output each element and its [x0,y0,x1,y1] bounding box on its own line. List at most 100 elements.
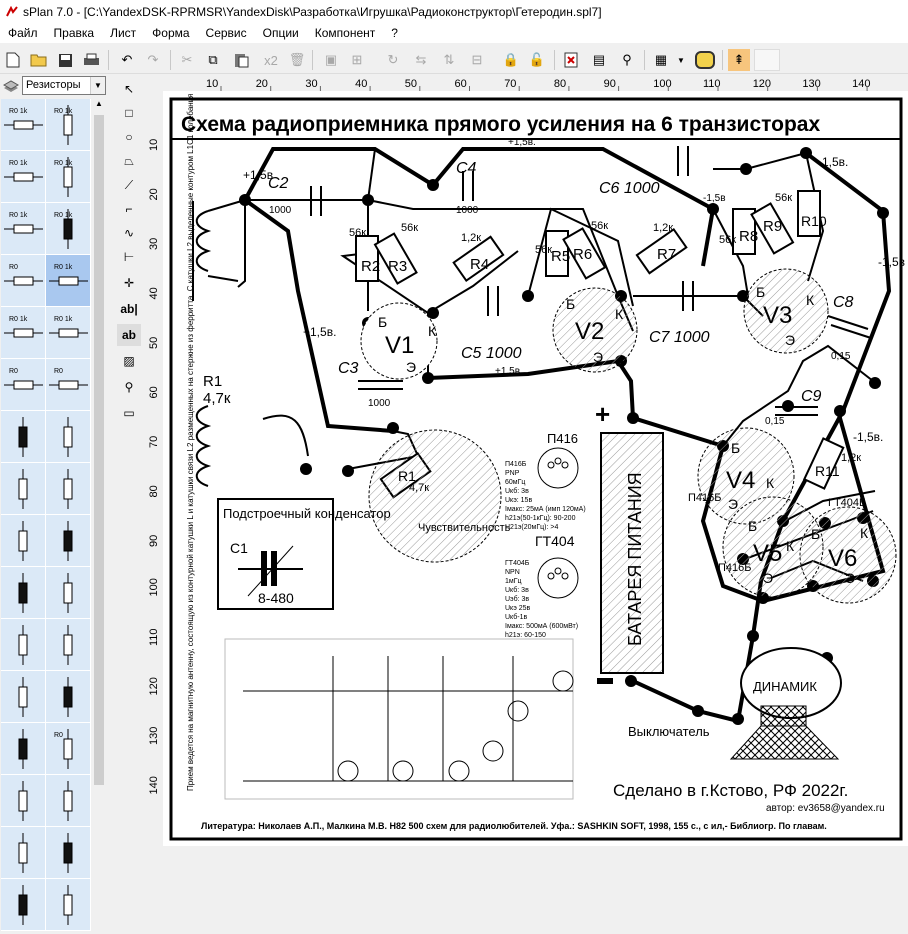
palette-item[interactable]: R0 [46,359,91,411]
palette-item[interactable] [1,619,46,671]
mirror-h-icon[interactable]: ⇆ [410,49,432,71]
grid-dropdown-icon[interactable]: ▼ [674,49,688,71]
image-tool-icon[interactable]: ▨ [117,350,141,372]
binoculars-icon[interactable]: ⚲ [616,49,638,71]
palette-item[interactable] [1,463,46,515]
svg-text:R5: R5 [551,248,570,265]
palette-item[interactable] [46,411,91,463]
svg-text:100: 100 [148,578,160,596]
palette-item[interactable]: R0 1k [1,307,46,359]
delete-icon[interactable]: 🗑 [286,49,308,71]
palette-item[interactable] [1,671,46,723]
dimension-tool-icon[interactable]: ⊢ [117,246,141,268]
svg-text:0,15: 0,15 [765,416,785,427]
open-folder-icon[interactable] [28,49,50,71]
line-tool-icon[interactable]: ⌐ [117,198,141,220]
palette-item[interactable] [1,879,46,931]
palette-item[interactable] [46,879,91,931]
unlock-icon[interactable]: 🔓 [526,49,548,71]
junction-tool-icon[interactable]: ✛ [117,272,141,294]
menu-form[interactable]: Форма [144,26,197,40]
palette-item[interactable]: R0 [1,255,46,307]
menu-edit[interactable]: Правка [46,26,103,40]
zoom-display-icon[interactable] [694,49,716,71]
new-file-icon[interactable] [2,49,24,71]
measure-tool-icon[interactable]: ▭ [117,402,141,424]
snap-icon[interactable]: ⇞ [728,49,750,71]
bezier-tool-icon[interactable]: ∿ [117,222,141,244]
palette-scrollbar[interactable]: ▲ [92,99,106,846]
palette-item[interactable] [46,463,91,515]
mirror-v-icon[interactable]: ⇅ [438,49,460,71]
palette-item[interactable] [1,515,46,567]
rectangle-tool-icon[interactable]: □ [117,102,141,124]
pointer-tool-icon[interactable]: ↖ [117,78,141,100]
svg-text:R0: R0 [54,732,63,739]
drawing-canvas[interactable]: Схема радиоприемника прямого усиления на… [163,91,908,846]
palette-item[interactable] [46,619,91,671]
lock-icon[interactable]: 🔒 [500,49,522,71]
palette-item[interactable]: R0 1k [46,151,91,203]
menu-component[interactable]: Компонент [307,26,384,40]
parts-list-icon[interactable] [560,49,582,71]
palette-item[interactable] [46,515,91,567]
palette-item[interactable] [46,671,91,723]
svg-text:+1,5в.: +1,5в. [303,325,336,339]
ellipse-tool-icon[interactable]: ○ [117,126,141,148]
chevron-down-icon: ▼ [90,77,105,94]
undo-icon[interactable]: ↶ [116,49,138,71]
rotate-icon[interactable]: ↻ [382,49,404,71]
ungroup-icon[interactable]: ⊞ [346,49,368,71]
palette-item[interactable] [46,827,91,879]
svg-text:ГТ404Б: ГТ404Б [828,497,866,509]
paste-icon[interactable] [230,49,252,71]
palette-item[interactable]: R0 [1,359,46,411]
palette-item[interactable]: R0 1k [46,255,91,307]
save-icon[interactable] [54,49,76,71]
palette-item[interactable]: R0 1k [46,203,91,255]
p416-title: П416 [547,431,578,446]
color-box[interactable] [754,49,780,71]
palette-item[interactable]: R0 1k [1,203,46,255]
palette-item[interactable]: R0 1k [1,99,46,151]
copy-icon[interactable]: ⧉ [202,49,224,71]
menu-sheet[interactable]: Лист [102,26,144,40]
palette-item[interactable] [1,567,46,619]
svg-text:60: 60 [148,386,160,398]
grid-icon[interactable]: ▦ [650,49,672,71]
cut-icon[interactable]: ✂ [176,49,198,71]
polyline-tool-icon[interactable]: ⟋ [117,174,141,196]
redo-icon[interactable]: ↷ [142,49,164,71]
textbox-tool-icon[interactable]: ab [117,324,141,346]
page-list-icon[interactable]: ▤ [588,49,610,71]
palette-item[interactable]: R0 1k [1,151,46,203]
menu-help[interactable]: ? [383,26,406,40]
menu-service[interactable]: Сервис [198,26,255,40]
palette-item[interactable] [46,775,91,827]
palette-item[interactable] [1,775,46,827]
multiply-button[interactable]: x2 [258,49,284,71]
window-title: sPlan 7.0 - [C:\YandexDSK-RPRMSR\YandexD… [23,4,602,19]
palette-item[interactable] [1,827,46,879]
polygon-tool-icon[interactable]: ⏢ [117,150,141,172]
palette-item[interactable]: R0 1k [46,307,91,359]
menu-file[interactable]: Файл [0,26,46,40]
text-tool-icon[interactable]: ab| [117,298,141,320]
palette-item[interactable] [46,567,91,619]
svg-text:1,2к: 1,2к [841,452,861,464]
svg-text:+1,5в.: +1,5в. [508,137,536,148]
svg-text:П416Б: П416Б [718,562,751,574]
palette-item[interactable]: R0 1k [46,99,91,151]
print-icon[interactable] [80,49,102,71]
svg-text:56к: 56к [719,234,736,246]
menu-bar: Файл Правка Лист Форма Сервис Опции Комп… [0,23,908,43]
palette-item[interactable]: R0 [46,723,91,775]
svg-text:Б: Б [748,518,757,534]
palette-item[interactable] [1,723,46,775]
library-select[interactable]: Резисторы ▼ [22,76,106,95]
group-icon[interactable]: ▣ [320,49,342,71]
menu-options[interactable]: Опции [255,26,307,40]
align-icon[interactable]: ⊟ [466,49,488,71]
zoom-tool-icon[interactable]: ⚲ [117,376,141,398]
palette-item[interactable] [1,411,46,463]
